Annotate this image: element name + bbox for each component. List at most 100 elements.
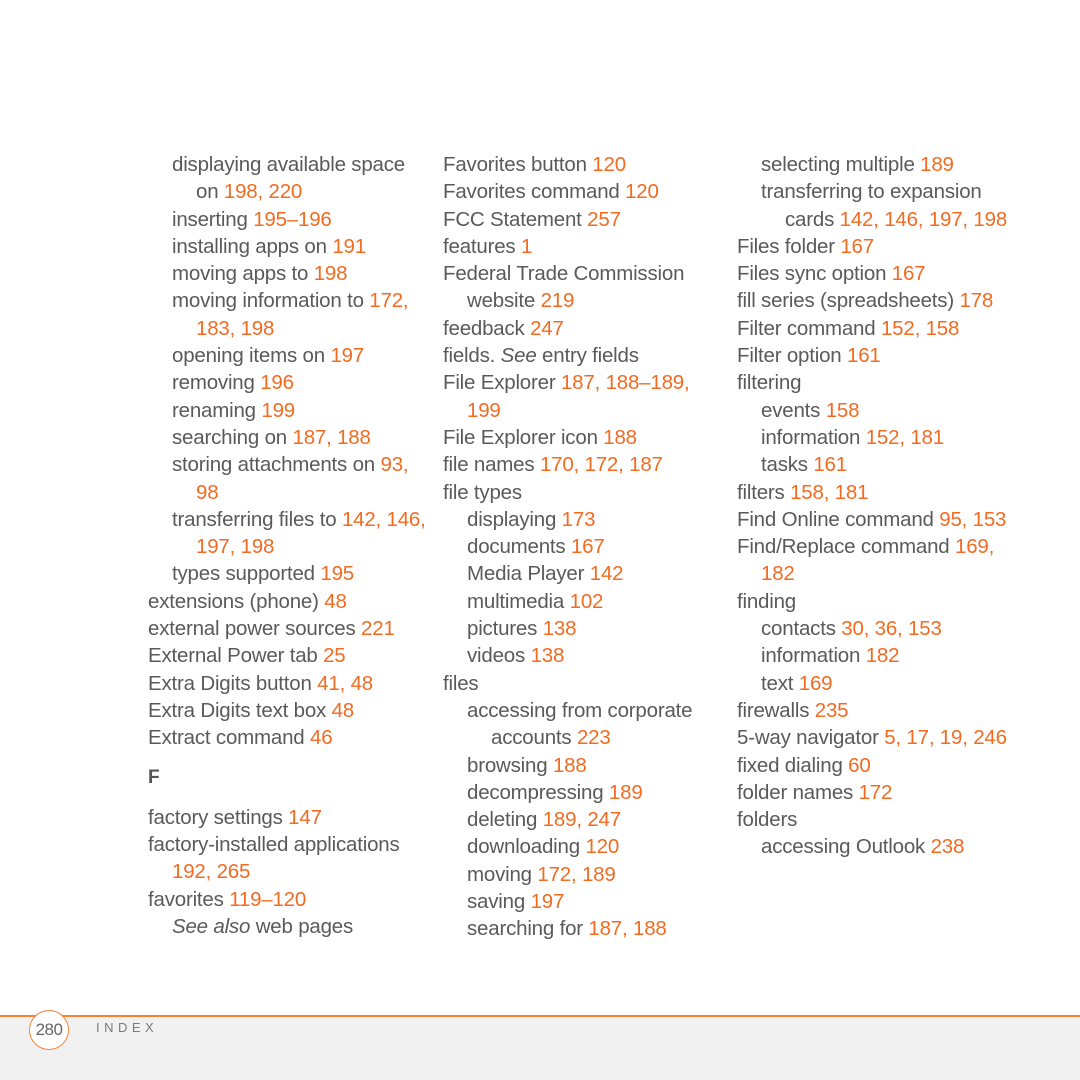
entry-term: file names	[443, 453, 535, 477]
footer-band	[0, 1017, 1080, 1080]
page-references[interactable]: 152, 181	[866, 426, 944, 449]
page-references[interactable]: 138	[531, 644, 565, 667]
page-references[interactable]: 158	[826, 399, 860, 422]
entry-term: extensions (phone)	[148, 589, 319, 613]
page-references[interactable]: 120	[585, 835, 619, 858]
entry-term: folder names	[737, 780, 854, 804]
page-references[interactable]: 172, 189	[537, 863, 615, 886]
entry-term: text	[761, 671, 794, 695]
entry-term: moving	[467, 862, 532, 886]
page-references[interactable]: 223	[577, 726, 611, 749]
entry-term: Find Online command	[737, 507, 934, 531]
page-references[interactable]: 188	[603, 426, 637, 449]
page-references[interactable]: 138	[543, 617, 577, 640]
page-references[interactable]: 219	[541, 289, 575, 312]
page-references[interactable]: 120	[592, 153, 626, 176]
footer-divider	[0, 1015, 1080, 1017]
index-entry: File Explorer icon 188	[443, 424, 723, 451]
page-references[interactable]: 41, 48	[317, 672, 373, 695]
page-references[interactable]: 30, 36, 153	[841, 617, 942, 640]
entry-term: Files folder	[737, 234, 835, 258]
page-references[interactable]: 167	[571, 535, 605, 558]
index-entry: fill series (spreadsheets) 178	[737, 287, 1027, 314]
page-references[interactable]: 199	[261, 399, 295, 422]
index-subentry: contacts 30, 36, 153	[737, 615, 1027, 642]
entry-term: external power sources	[148, 617, 356, 641]
index-subentry: decompressing 189	[443, 779, 723, 806]
index-entry: file names 170, 172, 187	[443, 451, 723, 478]
page-references[interactable]: 235	[815, 699, 849, 722]
page-references[interactable]: 188	[553, 754, 587, 777]
entry-term: folders	[737, 808, 798, 832]
entry-term: Extra Digits text box	[148, 698, 327, 722]
page-references[interactable]: 158, 181	[790, 481, 868, 504]
page-references[interactable]: 60	[848, 754, 871, 777]
entry-term: deleting	[467, 808, 538, 832]
page-references[interactable]: 48	[332, 699, 355, 722]
page-references[interactable]: 195	[320, 562, 354, 585]
entry-term: fill series (spreadsheets)	[737, 289, 954, 313]
entry-term: videos	[467, 644, 526, 668]
entry-term: information	[761, 425, 861, 449]
index-entry: favorites 119–120	[148, 886, 428, 913]
page-references[interactable]: 187, 188	[588, 917, 666, 940]
page-references[interactable]: 192, 265	[172, 860, 250, 883]
page-references[interactable]: 161	[847, 344, 881, 367]
page-references[interactable]: 198	[314, 262, 348, 285]
entry-term: firewalls	[737, 698, 810, 722]
page-references[interactable]: 238	[931, 835, 965, 858]
page-references[interactable]: 102	[570, 590, 604, 613]
page-references[interactable]: 198, 220	[224, 180, 302, 203]
page-references[interactable]: 5, 17, 19, 246	[884, 726, 1007, 749]
index-subentry: documents 167	[443, 533, 723, 560]
entry-term: documents	[467, 535, 566, 559]
page-references[interactable]: 191	[332, 235, 366, 258]
index-subentry: events 158	[737, 397, 1027, 424]
index-entry: files	[443, 670, 723, 697]
entry-term: feedback	[443, 316, 525, 340]
index-entry: features 1	[443, 233, 723, 260]
index-subentry: videos 138	[443, 642, 723, 669]
page-references[interactable]: 196	[260, 371, 294, 394]
page-references[interactable]: 189	[609, 781, 643, 804]
page-references[interactable]: 178	[959, 289, 993, 312]
entry-term: Favorites command	[443, 180, 620, 204]
index-entry: fixed dialing 60	[737, 752, 1027, 779]
page-references[interactable]: 167	[892, 262, 926, 285]
page-references[interactable]: 120	[625, 180, 659, 203]
page-references[interactable]: 257	[587, 208, 621, 231]
page-references[interactable]: 161	[813, 453, 847, 476]
page-references[interactable]: 95, 153	[939, 508, 1006, 531]
page-references[interactable]: 142	[590, 562, 624, 585]
page-references[interactable]: 48	[324, 590, 347, 613]
page-references[interactable]: 25	[323, 644, 346, 667]
page-references[interactable]: 142, 146, 197, 198	[840, 208, 1008, 231]
entry-term: types supported	[172, 562, 315, 586]
page-references[interactable]: 119–120	[229, 888, 306, 911]
page-references[interactable]: 247	[530, 317, 564, 340]
page-references[interactable]: 197	[330, 344, 364, 367]
index-entry: finding	[737, 588, 1027, 615]
page-references[interactable]: 46	[310, 726, 333, 749]
entry-term: selecting multiple	[761, 153, 915, 176]
page-references[interactable]: 197	[531, 890, 565, 913]
page-references[interactable]: 189, 247	[543, 808, 621, 831]
page-references[interactable]: 187, 188	[293, 426, 371, 449]
page-references[interactable]: 147	[288, 806, 322, 829]
entry-term: moving apps to	[172, 262, 309, 286]
entry-term: downloading	[467, 835, 580, 859]
index-subentry: deleting 189, 247	[443, 806, 723, 833]
page-references[interactable]: 189	[920, 153, 954, 176]
page-references[interactable]: 182	[866, 644, 900, 667]
page-references[interactable]: 170, 172, 187	[540, 453, 663, 476]
page-references[interactable]: 195–196	[253, 208, 332, 231]
page-references[interactable]: 173	[562, 508, 596, 531]
index-entry: Extra Digits button 41, 48	[148, 670, 428, 697]
page-references[interactable]: 167	[840, 235, 874, 258]
page-references[interactable]: 169	[799, 672, 833, 695]
page-references[interactable]: 152, 158	[881, 317, 959, 340]
entry-term: Find/Replace command	[737, 535, 950, 559]
page-references[interactable]: 221	[361, 617, 395, 640]
page-references[interactable]: 1	[521, 235, 532, 258]
page-references[interactable]: 172	[859, 781, 893, 804]
